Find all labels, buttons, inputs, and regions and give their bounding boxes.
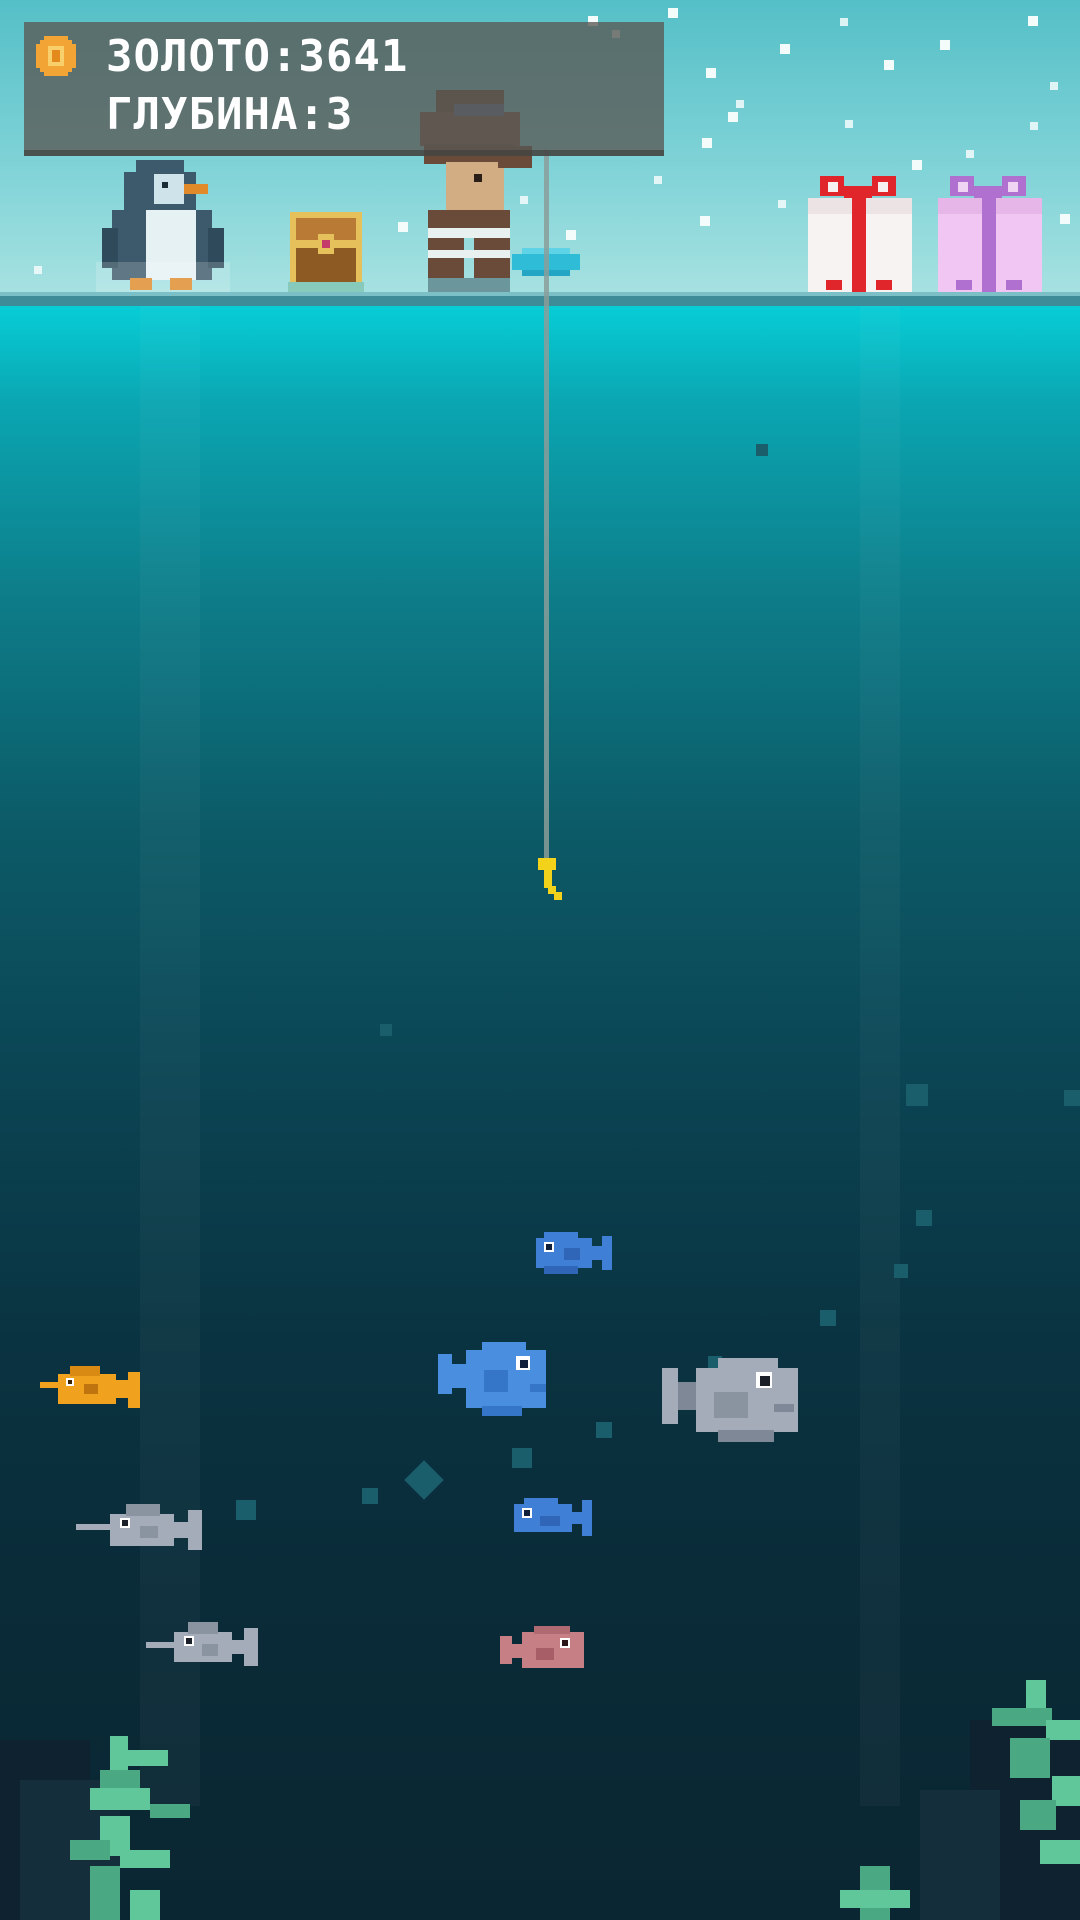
blue-fish[interactable] [530, 1228, 620, 1278]
light-ray [860, 306, 900, 1806]
gift-purple[interactable] [936, 172, 1044, 304]
gift-red[interactable] [806, 172, 914, 304]
treasure-chest[interactable] [288, 210, 364, 304]
penguin[interactable] [96, 152, 230, 302]
big-blue-fish[interactable] [438, 1342, 554, 1420]
gold-coin-icon [36, 36, 76, 76]
grey-swordfish[interactable] [76, 1494, 218, 1558]
fishing-line [544, 150, 549, 862]
seaweed-left [0, 1736, 190, 1920]
hook-icon[interactable] [538, 858, 564, 902]
grey-swordfish[interactable] [146, 1614, 270, 1674]
grey-fish[interactable] [658, 1356, 806, 1448]
hud-panel: ЗОЛОТО:3641 ГЛУБИНА:3 [24, 22, 664, 156]
game-scene[interactable]: ЗОЛОТО:3641 ГЛУБИНА:3 [0, 0, 1080, 1920]
gold-counter: ЗОЛОТО:3641 [106, 31, 409, 82]
ice-highlight [0, 292, 1080, 296]
golden-fish[interactable] [40, 1356, 150, 1416]
light-ray [140, 306, 200, 1806]
seaweed-right [840, 1680, 1080, 1920]
small-blue-fish[interactable] [510, 1494, 600, 1542]
depth-counter: ГЛУБИНА:3 [106, 89, 354, 140]
pink-fish[interactable] [500, 1624, 588, 1676]
